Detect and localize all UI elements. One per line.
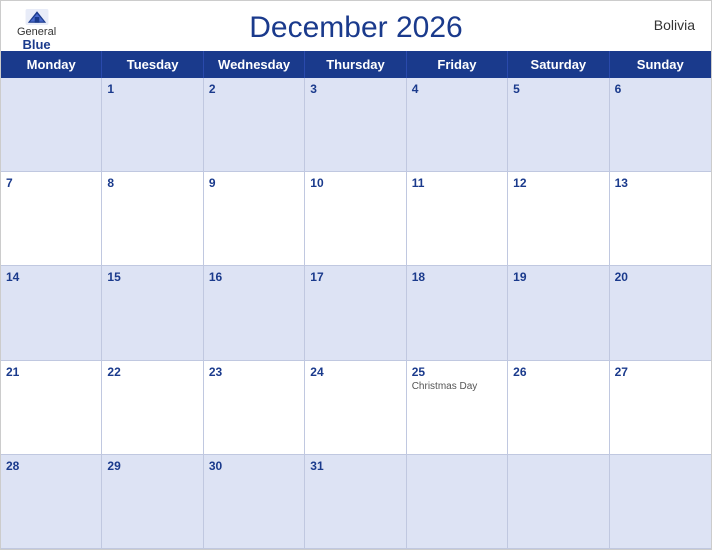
day-header-monday: Monday [1, 51, 102, 78]
calendar-cell: 2 [204, 78, 305, 172]
calendar-cell: 1 [102, 78, 203, 172]
day-header-wednesday: Wednesday [204, 51, 305, 78]
calendar-cell: 31 [305, 455, 406, 549]
cell-day-number: 26 [513, 365, 603, 379]
calendar-header: General Blue December 2026 Bolivia [1, 1, 711, 51]
calendar-cell [508, 455, 609, 549]
calendar-cell: 20 [610, 266, 711, 360]
week-row-5: 28 29 30 31 [1, 455, 711, 549]
week-row-3: 14 15 16 17 18 19 20 [1, 266, 711, 360]
calendar-cell: 9 [204, 172, 305, 266]
week-row-2: 789 10 11 12 13 [1, 172, 711, 266]
cell-day-number: 11 [412, 176, 502, 190]
cell-day-number: 15 [107, 270, 197, 284]
weeks-container: 1234567891011121314151617181920212223242… [1, 78, 711, 549]
calendar-cell: 8 [102, 172, 203, 266]
cell-day-number: 7 [6, 176, 96, 190]
calendar-cell: 4 [407, 78, 508, 172]
cell-day-number: 4 [412, 82, 502, 96]
cell-day-number: 14 [6, 270, 96, 284]
calendar-cell [610, 455, 711, 549]
day-header-tuesday: Tuesday [102, 51, 203, 78]
calendar-cell: 30 [204, 455, 305, 549]
calendar-cell: 25 Christmas Day [407, 361, 508, 455]
calendar-cell: 26 [508, 361, 609, 455]
cell-day-number: 6 [615, 82, 706, 96]
day-header-thursday: Thursday [305, 51, 406, 78]
calendar-cell: 18 [407, 266, 508, 360]
country-label: Bolivia [654, 17, 695, 33]
calendar-cell: 16 [204, 266, 305, 360]
calendar-cell: 19 [508, 266, 609, 360]
cell-day-number: 25 [412, 365, 502, 379]
logo: General Blue [17, 9, 56, 52]
calendar-cell: 3 [305, 78, 406, 172]
calendar-cell: 15 [102, 266, 203, 360]
cell-day-number: 22 [107, 365, 197, 379]
cell-day-number: 29 [107, 459, 197, 473]
cell-day-number: 8 [107, 176, 197, 190]
calendar-cell: 5 [508, 78, 609, 172]
calendar-cell: 24 [305, 361, 406, 455]
calendar-cell: 10 [305, 172, 406, 266]
cell-day-number: 2 [209, 82, 299, 96]
day-header-sunday: Sunday [610, 51, 711, 78]
week-row-4: 21 22 23 24 25 Christmas Day 26 27 [1, 361, 711, 455]
cell-day-number: 13 [615, 176, 706, 190]
calendar-cell: 17 [305, 266, 406, 360]
calendar-cell: 21 [1, 361, 102, 455]
cell-day-number: 28 [6, 459, 96, 473]
calendar-cell: 28 [1, 455, 102, 549]
calendar-cell: 14 [1, 266, 102, 360]
cell-day-number: 18 [412, 270, 502, 284]
calendar-cell [1, 78, 102, 172]
day-header-saturday: Saturday [508, 51, 609, 78]
calendar-cell: 7 [1, 172, 102, 266]
cell-day-number: 9 [209, 176, 299, 190]
calendar-container: General Blue December 2026 Bolivia Monda… [0, 0, 712, 550]
calendar-cell: 6 [610, 78, 711, 172]
calendar-cell: 12 [508, 172, 609, 266]
holiday-label: Christmas Day [412, 381, 502, 392]
cell-day-number: 10 [310, 176, 400, 190]
calendar-cell: 29 [102, 455, 203, 549]
cell-day-number: 23 [209, 365, 299, 379]
cell-day-number: 31 [310, 459, 400, 473]
week-row-1: 123456 [1, 78, 711, 172]
calendar-cell: 11 [407, 172, 508, 266]
cell-day-number: 19 [513, 270, 603, 284]
cell-day-number: 27 [615, 365, 706, 379]
cell-day-number: 20 [615, 270, 706, 284]
day-header-friday: Friday [407, 51, 508, 78]
calendar-cell [407, 455, 508, 549]
calendar-cell: 23 [204, 361, 305, 455]
month-title: December 2026 [249, 11, 462, 45]
cell-day-number: 3 [310, 82, 400, 96]
cell-day-number: 21 [6, 365, 96, 379]
cell-day-number: 16 [209, 270, 299, 284]
cell-day-number: 17 [310, 270, 400, 284]
logo-blue-text: Blue [22, 38, 50, 52]
cell-day-number: 5 [513, 82, 603, 96]
day-headers-row: Monday Tuesday Wednesday Thursday Friday… [1, 51, 711, 78]
calendar-cell: 13 [610, 172, 711, 266]
cell-day-number: 1 [107, 82, 197, 96]
calendar-cell: 27 [610, 361, 711, 455]
calendar-cell: 22 [102, 361, 203, 455]
cell-day-number: 30 [209, 459, 299, 473]
logo-icon [25, 9, 49, 25]
cell-day-number: 24 [310, 365, 400, 379]
cell-day-number: 12 [513, 176, 603, 190]
